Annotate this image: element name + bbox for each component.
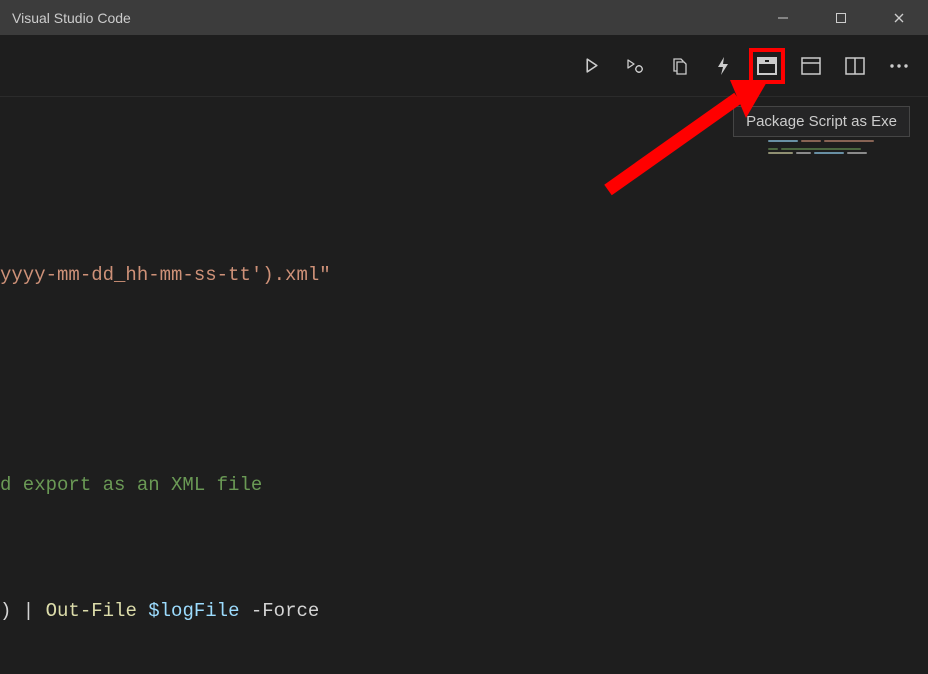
window-panel-icon[interactable] <box>798 53 824 79</box>
split-editor-icon[interactable] <box>842 53 868 79</box>
copy-file-icon[interactable] <box>666 53 692 79</box>
code-token-comment: d export as an XML file <box>0 474 262 496</box>
window-title: Visual Studio Code <box>12 10 131 26</box>
code-token: ) <box>0 600 11 622</box>
run-icon[interactable] <box>578 53 604 79</box>
minimap[interactable] <box>768 140 898 190</box>
minimize-button[interactable] <box>754 0 812 35</box>
settings-run-icon[interactable] <box>622 53 648 79</box>
window-controls <box>754 0 928 35</box>
code-token-variable: $logFile <box>148 600 239 622</box>
annotation-arrow <box>598 80 768 200</box>
code-editor[interactable]: yyyy-mm-dd_hh-mm-ss-tt').xml" d export a… <box>0 170 331 674</box>
close-button[interactable] <box>870 0 928 35</box>
code-token-string: yyyy-mm-dd_hh-mm-ss-tt').xml" <box>0 264 331 286</box>
code-token: | <box>11 600 45 622</box>
code-line: d export as an XML file <box>0 464 331 506</box>
code-token <box>137 600 148 622</box>
code-line: ) | Out-File $logFile -Force <box>0 590 331 632</box>
maximize-button[interactable] <box>812 0 870 35</box>
bolt-icon[interactable] <box>710 53 736 79</box>
code-token-param: -Force <box>239 600 319 622</box>
code-line: yyyy-mm-dd_hh-mm-ss-tt').xml" <box>0 254 331 296</box>
package-script-tooltip: Package Script as Exe <box>733 106 910 137</box>
title-bar: Visual Studio Code <box>0 0 928 35</box>
code-token-cmdlet: Out-File <box>46 600 137 622</box>
package-script-icon[interactable] <box>754 53 780 79</box>
editor-toolbar <box>0 35 928 97</box>
more-actions-icon[interactable] <box>886 53 912 79</box>
